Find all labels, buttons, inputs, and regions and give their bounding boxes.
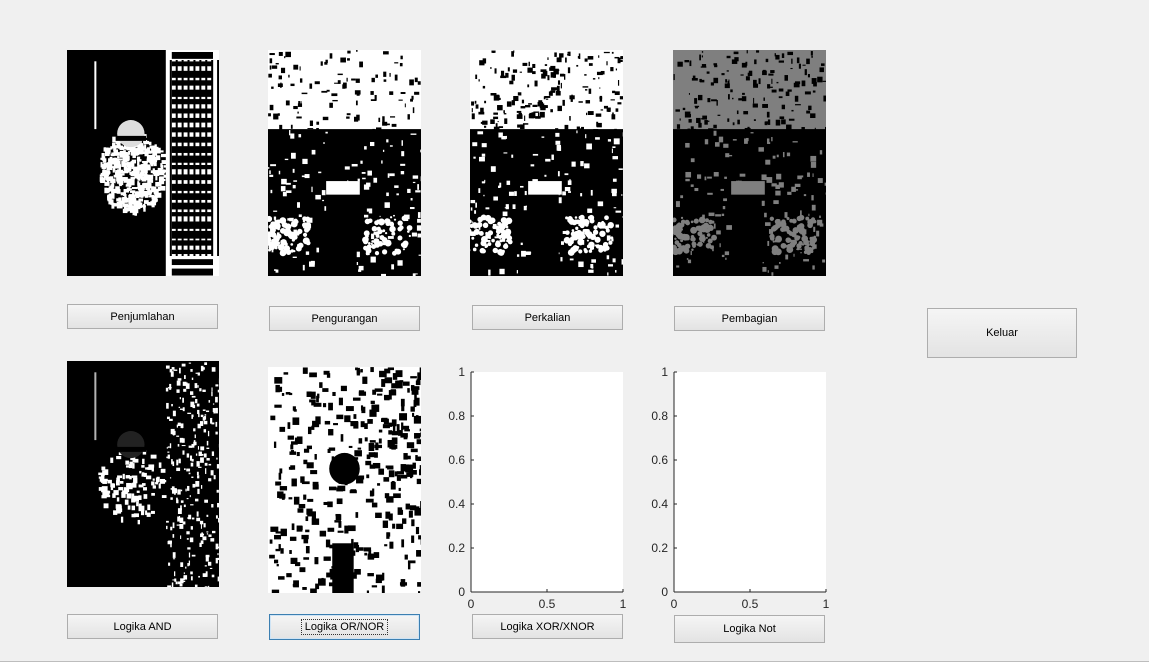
x-tick-label: 1	[620, 597, 627, 611]
y-tick-label: 0.8	[651, 409, 668, 423]
result-image-penjumlahan	[67, 50, 219, 276]
y-tick-label: 0.2	[448, 541, 465, 555]
y-tick-label: 0.2	[651, 541, 668, 555]
x-tick-label: 0	[671, 597, 678, 611]
plot-area	[471, 372, 623, 592]
axes-xor-xnor: 0 0.2 0.4 0.6 0.8 1 0 0.5 1	[440, 362, 640, 617]
logika-not-button[interactable]: Logika Not	[674, 615, 825, 643]
result-image-perkalian	[470, 50, 623, 276]
perkalian-button[interactable]: Perkalian	[472, 305, 623, 330]
y-tick-label: 0	[661, 585, 668, 599]
pembagian-button[interactable]: Pembagian	[674, 306, 825, 331]
result-image-logika-and	[67, 361, 219, 587]
y-tick-label: 0.4	[448, 497, 465, 511]
y-tick-label: 1	[458, 365, 465, 379]
y-tick-label: 0.8	[448, 409, 465, 423]
penjumlahan-button[interactable]: Penjumlahan	[67, 304, 218, 329]
logika-xor-xnor-button[interactable]: Logika XOR/XNOR	[472, 614, 623, 639]
figure-window: Penjumlahan Pengurangan Perkalian Pembag…	[0, 0, 1149, 662]
logika-and-button[interactable]: Logika AND	[67, 614, 218, 639]
x-tick-label: 0	[468, 597, 475, 611]
y-tick-label: 0.6	[651, 453, 668, 467]
result-image-pembagian	[673, 50, 826, 276]
keluar-button[interactable]: Keluar	[927, 308, 1077, 358]
y-tick-label: 0.4	[651, 497, 668, 511]
y-tick-label: 0.6	[448, 453, 465, 467]
logika-or-nor-button[interactable]: Logika OR/NOR	[269, 614, 420, 640]
x-tick-label: 1	[823, 597, 830, 611]
x-tick-label: 0.5	[539, 597, 556, 611]
plot-area	[674, 372, 826, 592]
result-image-logika-or-nor	[268, 367, 421, 593]
axes-logika-not: 0 0.2 0.4 0.6 0.8 1 0 0.5 1	[643, 362, 843, 617]
y-tick-label: 0	[458, 585, 465, 599]
y-tick-label: 1	[661, 365, 668, 379]
result-image-pengurangan	[268, 50, 421, 276]
x-tick-label: 0.5	[742, 597, 759, 611]
pengurangan-button[interactable]: Pengurangan	[269, 306, 420, 331]
